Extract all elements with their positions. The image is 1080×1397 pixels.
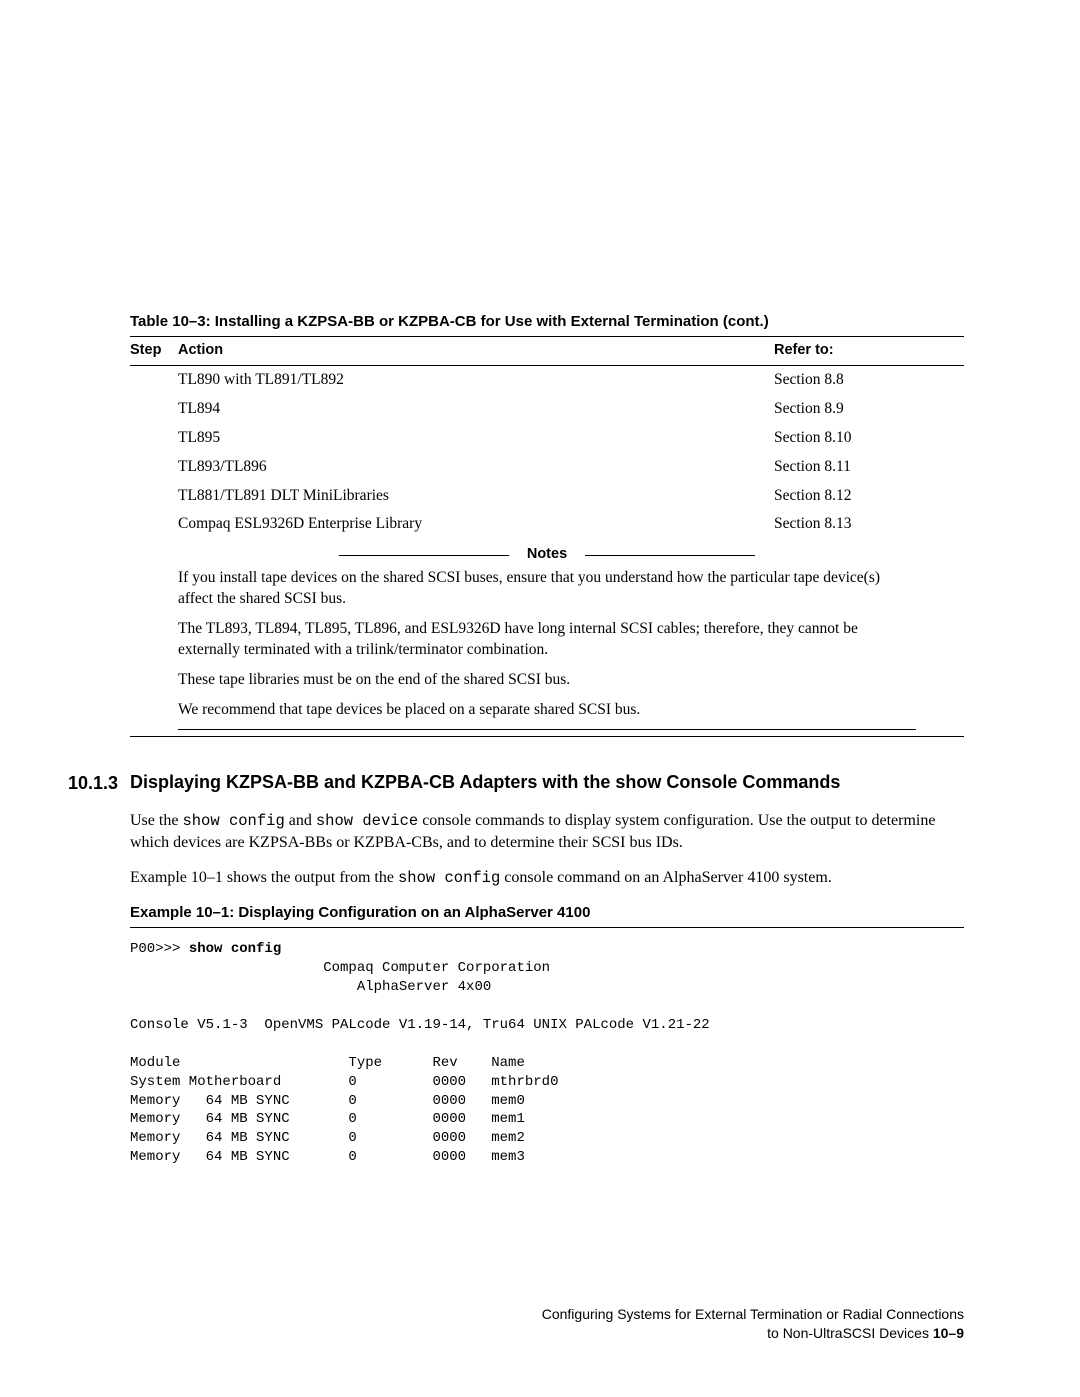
notes-paragraph: We recommend that tape devices be placed…	[178, 700, 916, 721]
inline-command: show device	[316, 812, 418, 830]
notes-block: If you install tape devices on the share…	[178, 568, 916, 721]
body-paragraph: Example 10–1 shows the output from the s…	[130, 867, 964, 889]
notes-paragraph: These tape libraries must be on the end …	[178, 670, 916, 691]
row-refer: Section 8.9	[774, 395, 964, 424]
col-refer-header: Refer to:	[774, 337, 964, 365]
row-action: TL895	[178, 424, 774, 453]
notes-rule-bottom	[178, 729, 916, 730]
row-refer: Section 8.11	[774, 453, 964, 482]
notes-paragraph: The TL893, TL894, TL895, TL896, and ESL9…	[178, 619, 916, 661]
table-row: TL895Section 8.10	[130, 424, 964, 453]
content-area: Table 10–3: Installing a KZPSA-BB or KZP…	[130, 312, 964, 1167]
inline-command: show config	[182, 812, 284, 830]
console-prompt: P00>>>	[130, 941, 189, 957]
example-rule	[130, 927, 964, 928]
page: Table 10–3: Installing a KZPSA-BB or KZP…	[0, 0, 1080, 1397]
table-row: TL893/TL896Section 8.11	[130, 453, 964, 482]
section-body: Use the show config and show device cons…	[130, 810, 964, 889]
body-paragraph: Use the show config and show device cons…	[130, 810, 964, 854]
notes-paragraph: If you install tape devices on the share…	[178, 568, 916, 610]
page-footer: Configuring Systems for External Termina…	[542, 1305, 964, 1343]
table-caption: Table 10–3: Installing a KZPSA-BB or KZP…	[130, 312, 964, 332]
page-number: 10–9	[933, 1325, 964, 1341]
col-action-header: Action	[178, 337, 774, 365]
table-rule-bottom	[130, 736, 964, 737]
table-header-row: Step Action Refer to:	[130, 337, 964, 365]
console-text: Compaq Computer Corporation AlphaServer …	[130, 960, 710, 1165]
section-number: 10.1.3	[68, 771, 130, 795]
footer-line-2: to Non-UltraSCSI Devices 10–9	[542, 1324, 964, 1343]
row-action: TL894	[178, 395, 774, 424]
section-title: Displaying KZPSA-BB and KZPBA-CB Adapter…	[130, 771, 840, 795]
notes-rule-left	[339, 555, 509, 556]
row-action: TL893/TL896	[178, 453, 774, 482]
console-command: show config	[189, 941, 281, 957]
row-action: Compaq ESL9326D Enterprise Library	[178, 510, 774, 539]
section-heading: 10.1.3 Displaying KZPSA-BB and KZPBA-CB …	[68, 771, 964, 795]
notes-heading: Notes	[130, 545, 964, 565]
table-row: TL894Section 8.9	[130, 395, 964, 424]
example-caption: Example 10–1: Displaying Configuration o…	[130, 903, 964, 923]
row-refer: Section 8.13	[774, 510, 964, 539]
row-action: TL890 with TL891/TL892	[178, 365, 774, 394]
footer-line-1: Configuring Systems for External Termina…	[542, 1305, 964, 1324]
row-action: TL881/TL891 DLT MiniLibraries	[178, 482, 774, 511]
console-output: P00>>> show config Compaq Computer Corpo…	[130, 940, 964, 1167]
col-step-header: Step	[130, 337, 178, 365]
notes-label: Notes	[527, 545, 567, 565]
inline-command: show config	[398, 869, 500, 887]
row-refer: Section 8.12	[774, 482, 964, 511]
table-row: TL890 with TL891/TL892Section 8.8	[130, 365, 964, 394]
notes-rule-right	[585, 555, 755, 556]
example-block: Example 10–1: Displaying Configuration o…	[130, 903, 964, 1167]
install-table: Step Action Refer to: TL890 with TL891/T…	[130, 337, 964, 539]
row-refer: Section 8.8	[774, 365, 964, 394]
table-row: TL881/TL891 DLT MiniLibrariesSection 8.1…	[130, 482, 964, 511]
row-refer: Section 8.10	[774, 424, 964, 453]
table-row: Compaq ESL9326D Enterprise LibrarySectio…	[130, 510, 964, 539]
